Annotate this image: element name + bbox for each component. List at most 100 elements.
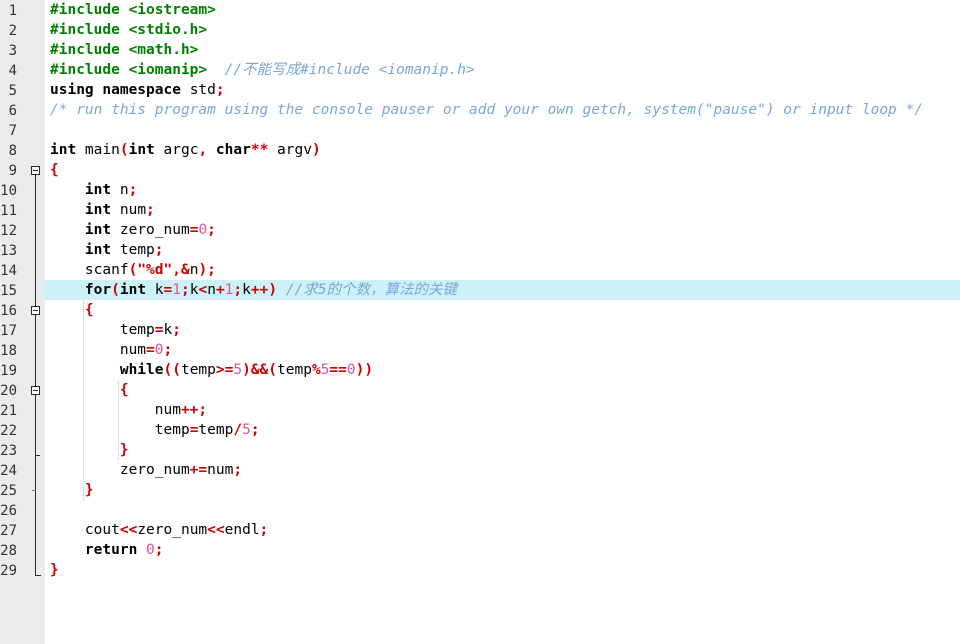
code-line[interactable]: num=0; (45, 340, 960, 360)
code-token-kw: int (119, 282, 147, 298)
code-token-pun: ( (128, 262, 138, 278)
code-token-pp: #include <math.h> (50, 42, 199, 58)
code-line[interactable]: int n; (45, 180, 960, 200)
code-token-id: temp (50, 422, 190, 438)
code-line[interactable] (45, 120, 960, 140)
fold-box-line-16[interactable] (31, 306, 40, 315)
code-line[interactable]: { (45, 380, 960, 400)
code-token-pun: ( (111, 282, 120, 298)
line-number: 27 (0, 523, 17, 539)
code-line[interactable]: using namespace std; (45, 80, 960, 100)
code-line[interactable]: int zero_num=0; (45, 220, 960, 240)
code-token-id: std (180, 82, 216, 98)
line-number: 16 (0, 303, 17, 319)
code-line-list[interactable]: #include <iostream> #include <stdio.h> #in… (45, 0, 960, 580)
code-token-pun: ) (311, 142, 321, 158)
code-editor[interactable]: 1 2 3 4 5 6 7 8 9 10 11 12 13 14 15 16 17 18 19 20 21 22 23 24 2… (0, 0, 960, 644)
code-token-id: zero_num (137, 522, 208, 538)
code-token-pun: ( (119, 142, 129, 158)
code-folding-column[interactable] (28, 0, 45, 644)
code-token-kw: int (84, 202, 112, 218)
code-token-num: 0 (346, 362, 356, 378)
code-token-pun: ) (198, 262, 208, 278)
code-token-cm: /* run this program using the console pa… (50, 102, 923, 118)
code-token-id (50, 362, 120, 378)
code-line[interactable]: zero_num+=num; (45, 460, 960, 480)
code-line[interactable]: } (45, 560, 960, 580)
code-line[interactable]: temp=k; (45, 320, 960, 340)
code-token-id: num (207, 462, 234, 478)
code-token-pun: ; (215, 82, 225, 98)
code-text-area[interactable]: #include <iostream> #include <stdio.h> #in… (45, 0, 960, 644)
code-token-id (50, 182, 85, 198)
code-token-pun: } (50, 562, 59, 578)
code-line[interactable]: #include <iostream> (45, 0, 960, 20)
code-token-cm: //求5的个数，算法的关键 (285, 282, 458, 298)
code-token-id (137, 542, 146, 558)
code-token-pun: << (207, 522, 225, 538)
code-token-pun: ; (172, 322, 181, 338)
code-token-pun: { (84, 302, 94, 318)
code-token-pun: (( (163, 362, 181, 378)
code-line[interactable]: { (45, 300, 960, 320)
code-token-pun: } (84, 482, 94, 498)
code-token-pun: } (119, 442, 129, 458)
code-token-pun: ; (128, 182, 138, 198)
code-line[interactable]: scanf("%d",&n); (45, 260, 960, 280)
code-token-pun: , (198, 142, 208, 158)
line-number: 10 (0, 183, 17, 199)
code-line[interactable]: /* run this program using the console pa… (45, 100, 960, 120)
code-token-id: k (242, 282, 251, 298)
code-token-pun: )) (355, 362, 374, 378)
code-line[interactable]: { (45, 160, 960, 180)
code-token-id: argv (268, 142, 312, 158)
code-token-pun: ++) (250, 282, 278, 298)
code-line[interactable]: while((temp>=5)&&(temp%5==0)) (45, 360, 960, 380)
code-token-kw: char (215, 142, 251, 158)
fold-tick-line-25 (32, 490, 36, 491)
code-token-kw: int (128, 142, 155, 158)
code-line[interactable]: #include <math.h> (45, 40, 960, 60)
code-line[interactable] (45, 500, 960, 520)
code-token-pun: ; (207, 222, 216, 238)
code-line[interactable]: #include <iomanip> //不能写成#include <ioman… (45, 60, 960, 80)
code-line[interactable]: int temp; (45, 240, 960, 260)
line-number: 3 (8, 43, 17, 59)
code-line[interactable]: #include <stdio.h> (45, 20, 960, 40)
code-token-id (50, 222, 85, 238)
code-line[interactable]: cout<<zero_num<<endl; (45, 520, 960, 540)
line-number: 5 (8, 83, 17, 99)
code-token-num: 0 (198, 222, 208, 238)
code-token-id (50, 202, 85, 218)
code-token-id: temp (50, 322, 155, 338)
fold-box-line-9[interactable] (31, 166, 40, 175)
code-line[interactable]: } (45, 440, 960, 460)
code-line[interactable]: int num; (45, 200, 960, 220)
code-line[interactable]: } (45, 480, 960, 500)
line-number: 28 (0, 543, 17, 559)
code-line[interactable]: for(int k=1;k<n+1;k++) //求5的个数，算法的关键 (45, 280, 960, 300)
line-number: 20 (0, 383, 17, 399)
code-line[interactable]: return 0; (45, 540, 960, 560)
line-number: 24 (0, 463, 17, 479)
code-token-pun: ; (181, 282, 190, 298)
code-token-id: temp (111, 242, 155, 258)
line-number: 1 (8, 3, 17, 19)
code-token-pun: )&&( (242, 362, 278, 378)
line-number: 29 (0, 563, 17, 579)
line-number: 25 (0, 483, 17, 499)
code-token-pun: << (119, 522, 138, 538)
code-token-pun: { (119, 382, 129, 398)
code-token-id (207, 142, 216, 158)
code-token-pp: #include <iostream> (50, 2, 216, 18)
code-line[interactable]: num++; (45, 400, 960, 420)
fold-box-line-20[interactable] (31, 386, 40, 395)
code-token-pun: / (233, 422, 243, 438)
code-line[interactable]: temp=temp/5; (45, 420, 960, 440)
code-token-pun: >= (215, 362, 234, 378)
code-token-id: endl (224, 522, 260, 538)
code-line[interactable]: int main(int argc, char** argv) (45, 140, 960, 160)
code-token-pun: ,& (172, 262, 190, 278)
code-token-id: num (50, 402, 181, 418)
code-token-kw: int (84, 222, 112, 238)
